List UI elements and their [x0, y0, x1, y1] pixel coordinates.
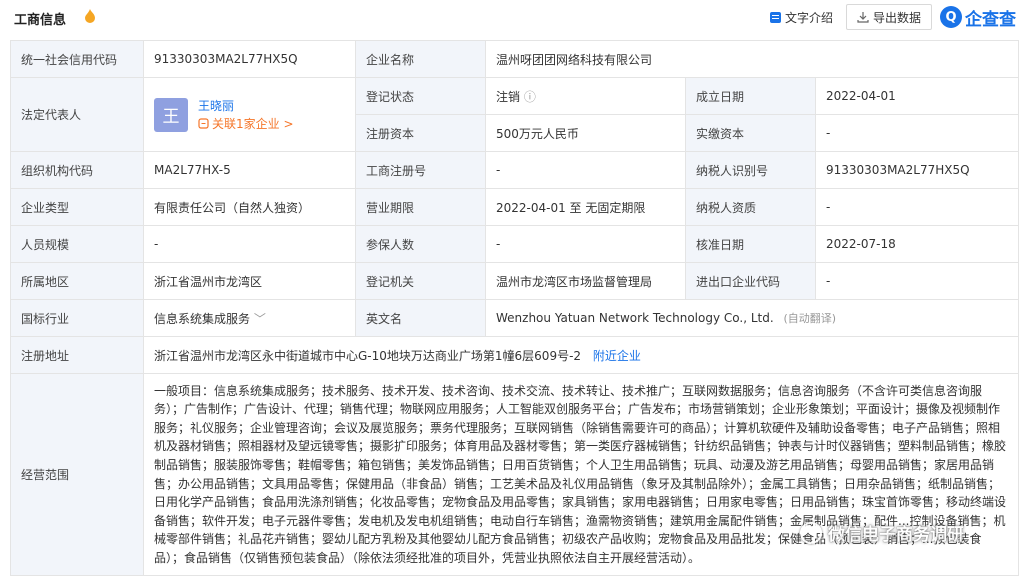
found-date-label: 成立日期	[686, 78, 816, 115]
table-row: 组织机构代码 MA2L77HX-5 工商注册号 - 纳税人识别号 9133030…	[11, 152, 1019, 189]
approve-date-value: 2022-07-18	[816, 226, 1019, 263]
table-row: 国标行业 信息系统集成服务 ﹀ 英文名 Wenzhou Yatuan Netwo…	[11, 300, 1019, 337]
company-name-value: 温州呀团团网络科技有限公司	[486, 41, 1019, 78]
info-icon[interactable]: ⓘ	[524, 90, 536, 104]
table-row: 所属地区 浙江省温州市龙湾区 登记机关 温州市龙湾区市场监督管理局 进出口企业代…	[11, 263, 1019, 300]
company-type-value: 有限责任公司（自然人独资）	[144, 189, 356, 226]
taxpayer-qual-value: -	[816, 189, 1019, 226]
biz-reg-no-value: -	[486, 152, 686, 189]
watermark: 微信电子商务调研	[800, 520, 964, 545]
region-value: 浙江省温州市龙湾区	[144, 263, 356, 300]
industry-label: 国标行业	[11, 300, 144, 337]
wechat-icon	[800, 522, 822, 544]
table-row: 企业类型 有限责任公司（自然人独资） 营业期限 2022-04-01 至 无固定…	[11, 189, 1019, 226]
nearby-companies-link[interactable]: 附近企业	[593, 349, 641, 363]
export-icon	[857, 11, 869, 23]
reg-capital-value: 500万元人民币	[486, 115, 686, 152]
reg-capital-label: 注册资本	[356, 115, 486, 152]
business-info-table: 统一社会信用代码 91330303MA2L77HX5Q 企业名称 温州呀团团网络…	[10, 40, 1019, 576]
industry-value: 信息系统集成服务	[154, 312, 250, 326]
table-row: 法定代表人 王 王晓丽 关联1家企业 > 登记状态 注销 ⓘ 成立日期 2022…	[11, 78, 1019, 115]
company-type-label: 企业类型	[11, 189, 144, 226]
section-title: 工商信息	[14, 9, 66, 28]
export-data-button[interactable]: 导出数据	[846, 4, 932, 30]
region-label: 所属地区	[11, 263, 144, 300]
english-name-label: 英文名	[356, 300, 486, 337]
biz-term-label: 营业期限	[356, 189, 486, 226]
table-row: 经营范围 一般项目：信息系统集成服务；技术服务、技术开发、技术咨询、技术交流、技…	[11, 374, 1019, 576]
text-intro-button[interactable]: 文字介绍	[770, 8, 833, 26]
chevron-down-icon: ﹀	[254, 312, 266, 326]
staff-size-value: -	[144, 226, 356, 263]
import-export-label: 进出口企业代码	[686, 263, 816, 300]
insured-value: -	[486, 226, 686, 263]
reg-status-label: 登记状态	[356, 78, 486, 115]
org-code-value: MA2L77HX-5	[144, 152, 356, 189]
text-intro-label: 文字介绍	[785, 9, 833, 26]
legal-rep-cell: 王 王晓丽 关联1家企业 >	[144, 78, 356, 152]
approve-date-label: 核准日期	[686, 226, 816, 263]
english-name-value: Wenzhou Yatuan Network Technology Co., L…	[496, 311, 774, 325]
reg-authority-value: 温州市龙湾区市场监督管理局	[486, 263, 686, 300]
taxpayer-id-value: 91330303MA2L77HX5Q	[816, 152, 1019, 189]
address-label: 注册地址	[11, 337, 144, 374]
found-date-value: 2022-04-01	[816, 78, 1019, 115]
flame-icon	[84, 9, 96, 23]
qichacha-logo[interactable]: Q 企查查	[940, 5, 1016, 29]
reg-status-cell: 注销 ⓘ	[486, 78, 686, 115]
insured-label: 参保人数	[356, 226, 486, 263]
legal-rep-label: 法定代表人	[11, 78, 144, 152]
address-value: 浙江省温州市龙湾区永中街道城市中心G-10地块万达商业广场第1幢6层609号-2	[154, 349, 581, 363]
table-row: 统一社会信用代码 91330303MA2L77HX5Q 企业名称 温州呀团团网络…	[11, 41, 1019, 78]
org-code-label: 组织机构代码	[11, 152, 144, 189]
related-companies-label: 关联1家企业 >	[212, 115, 294, 133]
legal-rep-name-link[interactable]: 王晓丽	[198, 97, 294, 115]
industry-cell[interactable]: 信息系统集成服务 ﹀	[144, 300, 356, 337]
company-name-label: 企业名称	[356, 41, 486, 78]
credit-code-value: 91330303MA2L77HX5Q	[144, 41, 356, 78]
staff-size-label: 人员规模	[11, 226, 144, 263]
document-icon	[770, 12, 781, 23]
biz-term-value: 2022-04-01 至 无固定期限	[486, 189, 686, 226]
watermark-text: 微信电子商务调研	[828, 520, 964, 545]
table-row: 注册地址 浙江省温州市龙湾区永中街道城市中心G-10地块万达商业广场第1幢6层6…	[11, 337, 1019, 374]
taxpayer-id-label: 纳税人识别号	[686, 152, 816, 189]
paid-capital-value: -	[816, 115, 1019, 152]
address-cell: 浙江省温州市龙湾区永中街道城市中心G-10地块万达商业广场第1幢6层609号-2…	[144, 337, 1019, 374]
reg-authority-label: 登记机关	[356, 263, 486, 300]
avatar: 王	[154, 98, 188, 132]
scope-value: 一般项目：信息系统集成服务；技术服务、技术开发、技术咨询、技术交流、技术转让、技…	[144, 374, 1019, 576]
link-icon	[198, 118, 209, 129]
table-row: 人员规模 - 参保人数 - 核准日期 2022-07-18	[11, 226, 1019, 263]
logo-text: 企查查	[965, 5, 1016, 30]
biz-reg-no-label: 工商注册号	[356, 152, 486, 189]
auto-translate-note: (自动翻译)	[784, 312, 837, 325]
section-header: 工商信息 文字介绍 导出数据 Q 企查查	[0, 0, 1024, 34]
credit-code-label: 统一社会信用代码	[11, 41, 144, 78]
logo-mark-icon: Q	[940, 6, 962, 28]
paid-capital-label: 实缴资本	[686, 115, 816, 152]
taxpayer-qual-label: 纳税人资质	[686, 189, 816, 226]
import-export-value: -	[816, 263, 1019, 300]
export-label: 导出数据	[873, 9, 921, 26]
related-companies-link[interactable]: 关联1家企业 >	[198, 115, 294, 133]
scope-label: 经营范围	[11, 374, 144, 576]
reg-status-value: 注销	[496, 90, 520, 104]
english-name-cell: Wenzhou Yatuan Network Technology Co., L…	[486, 300, 1019, 337]
